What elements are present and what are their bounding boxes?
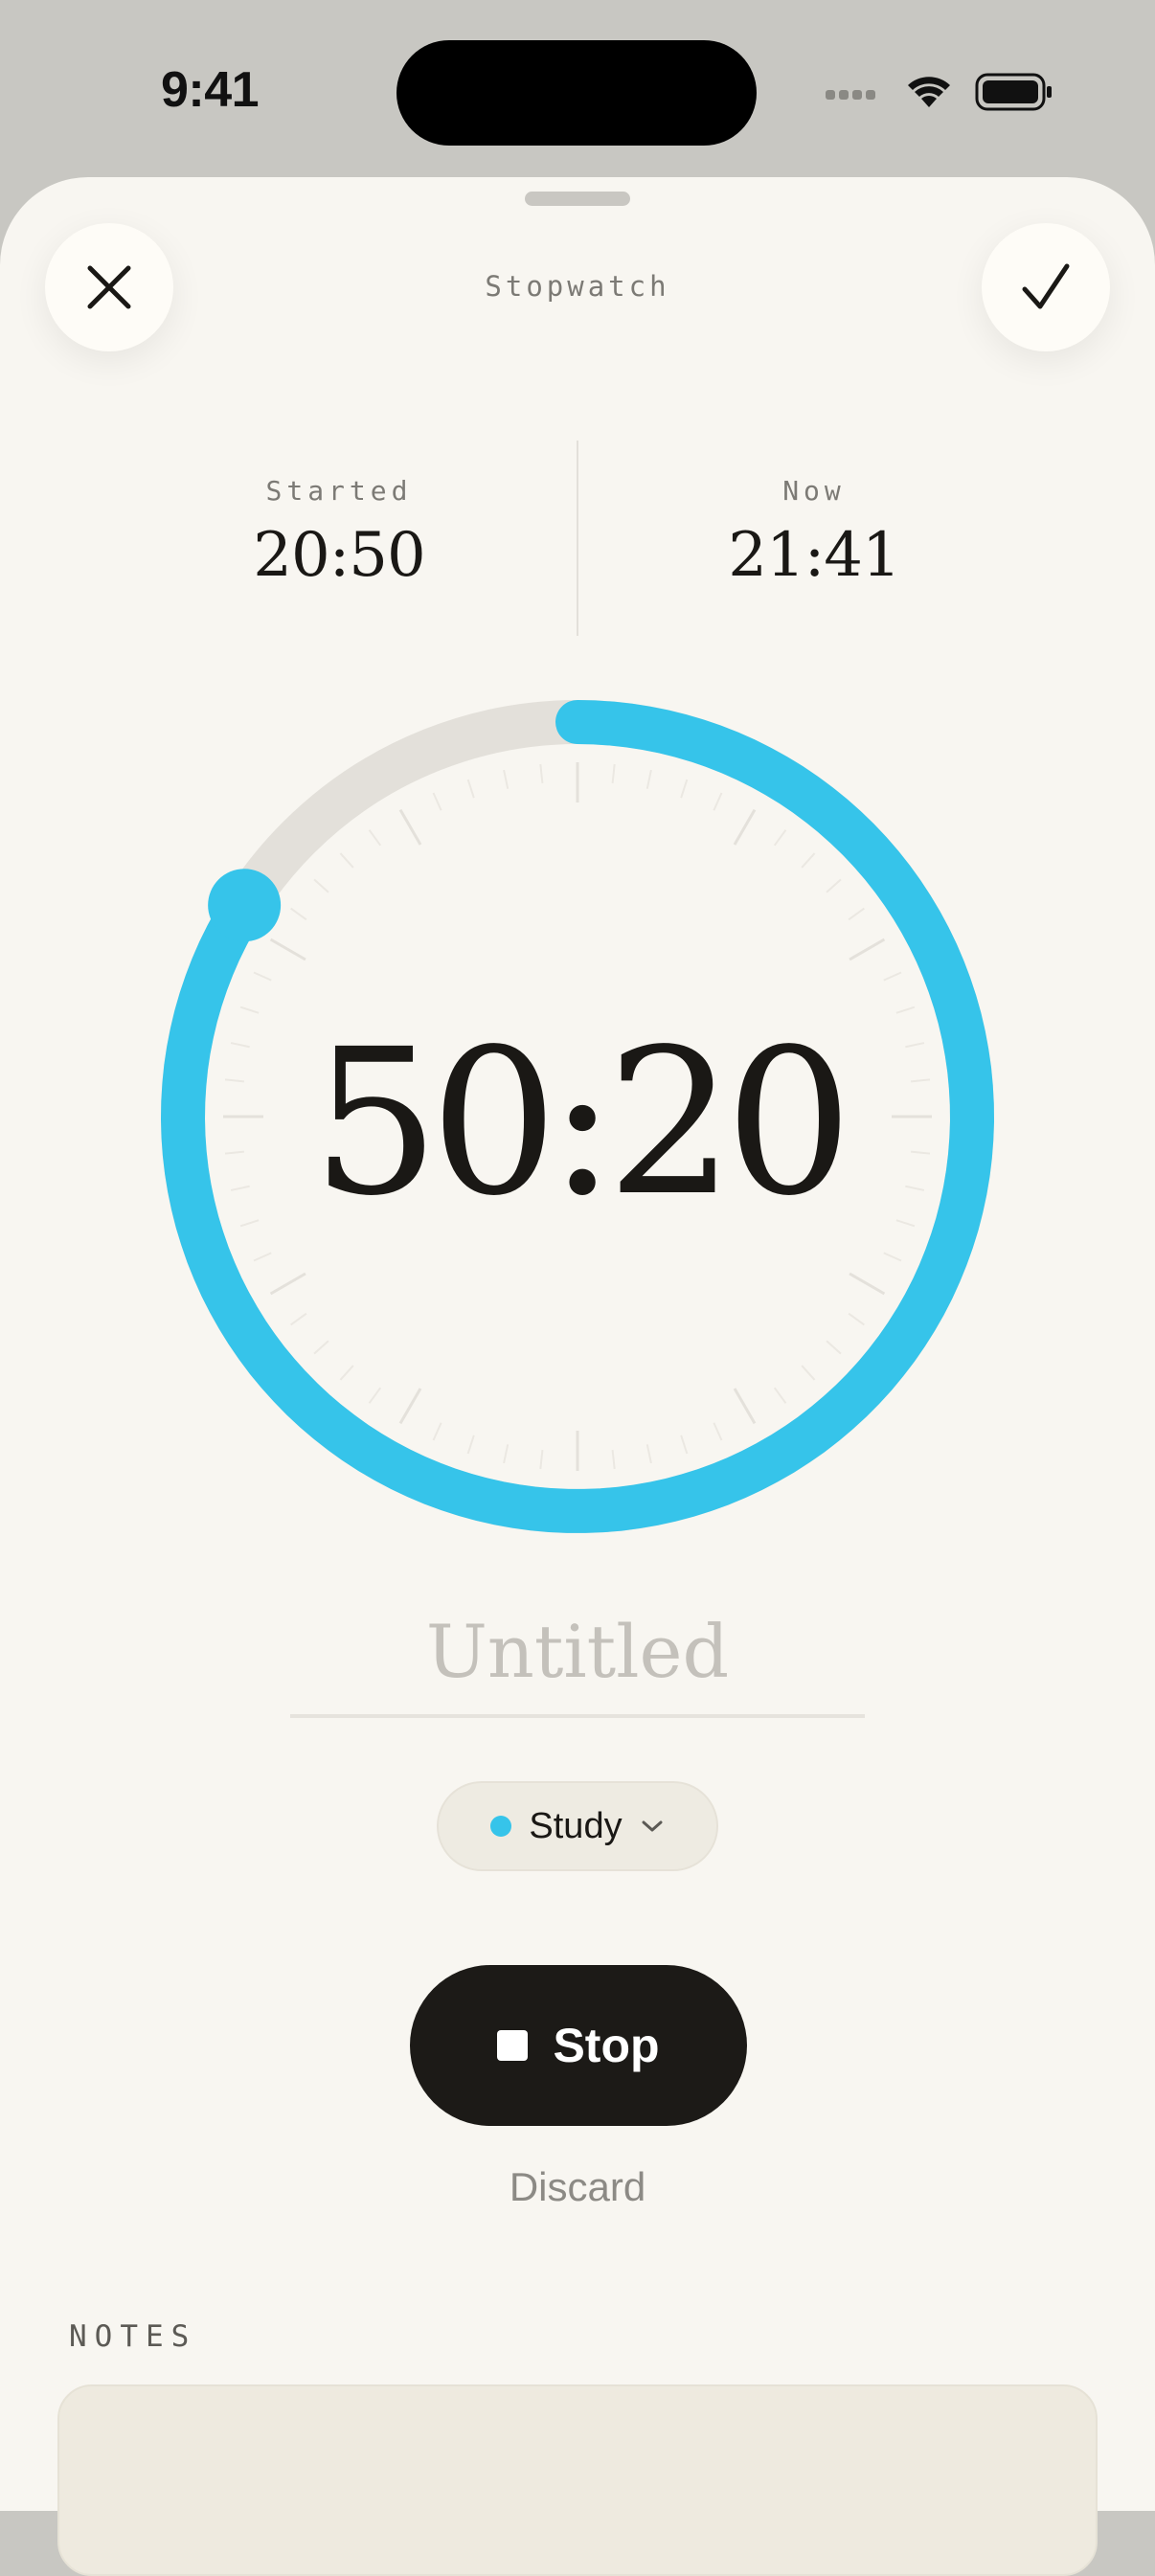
dial-tick (503, 769, 510, 789)
dial-tick (466, 779, 475, 799)
dial-tick (733, 808, 757, 846)
category-color-dot (490, 1816, 512, 1837)
stop-button[interactable]: Stop (410, 1965, 747, 2126)
dial-tick (290, 907, 307, 921)
chevron-down-icon (642, 1820, 663, 1832)
dial-tick (848, 907, 865, 921)
notes-input[interactable] (57, 2384, 1098, 2576)
discard-button[interactable]: Discard (0, 2164, 1155, 2210)
dial-tick (645, 1444, 652, 1464)
dial-tick (680, 1435, 689, 1455)
dial-tick (801, 1365, 816, 1381)
dial-tick (253, 971, 272, 982)
stop-icon (497, 2030, 529, 2061)
timer-dial (160, 700, 995, 1533)
dial-tick (466, 1435, 475, 1455)
dial-tick (432, 792, 442, 811)
dial-tick (801, 852, 816, 869)
dial-tick (849, 1272, 886, 1296)
dial-tick (398, 1388, 422, 1425)
dial-tick (339, 1365, 354, 1381)
category-picker[interactable]: Study (437, 1781, 718, 1871)
dial-tick (313, 1340, 329, 1355)
dial-tick (883, 1252, 902, 1262)
dial-tick (269, 1272, 306, 1296)
dial-tick (848, 1312, 865, 1326)
dial-tick (539, 1449, 544, 1470)
dial-tick (773, 829, 787, 847)
notes-label: NOTES (69, 2319, 197, 2354)
dial-tick (680, 779, 689, 799)
dial-tick (269, 938, 306, 961)
dial-tick (773, 1387, 787, 1404)
dial-tick (713, 792, 723, 811)
dial-tick (611, 763, 616, 784)
session-title-input[interactable]: Untitled (290, 1609, 865, 1718)
elapsed-time: 50:20 (311, 1006, 852, 1240)
dial-tick (645, 769, 652, 789)
dial-tick (849, 938, 886, 961)
dial-tick (611, 1449, 616, 1470)
dial-tick (826, 1340, 842, 1355)
dial-tick (432, 1422, 442, 1441)
category-label: Study (529, 1805, 623, 1846)
dial-tick (503, 1444, 510, 1464)
dial-tick (883, 971, 902, 982)
dial-tick (368, 1387, 382, 1404)
dial-tick (713, 1422, 723, 1441)
dial-tick (290, 1312, 307, 1326)
stop-label: Stop (553, 2019, 660, 2072)
dial-tick (368, 829, 382, 847)
dial-tick (826, 878, 842, 893)
dial-tick (733, 1388, 757, 1425)
dial-tick (253, 1252, 272, 1262)
dial-tick (313, 878, 329, 893)
dial-tick (339, 852, 354, 869)
dial-tick (539, 763, 544, 784)
progress-handle[interactable] (208, 869, 282, 942)
dial-tick (398, 808, 422, 846)
